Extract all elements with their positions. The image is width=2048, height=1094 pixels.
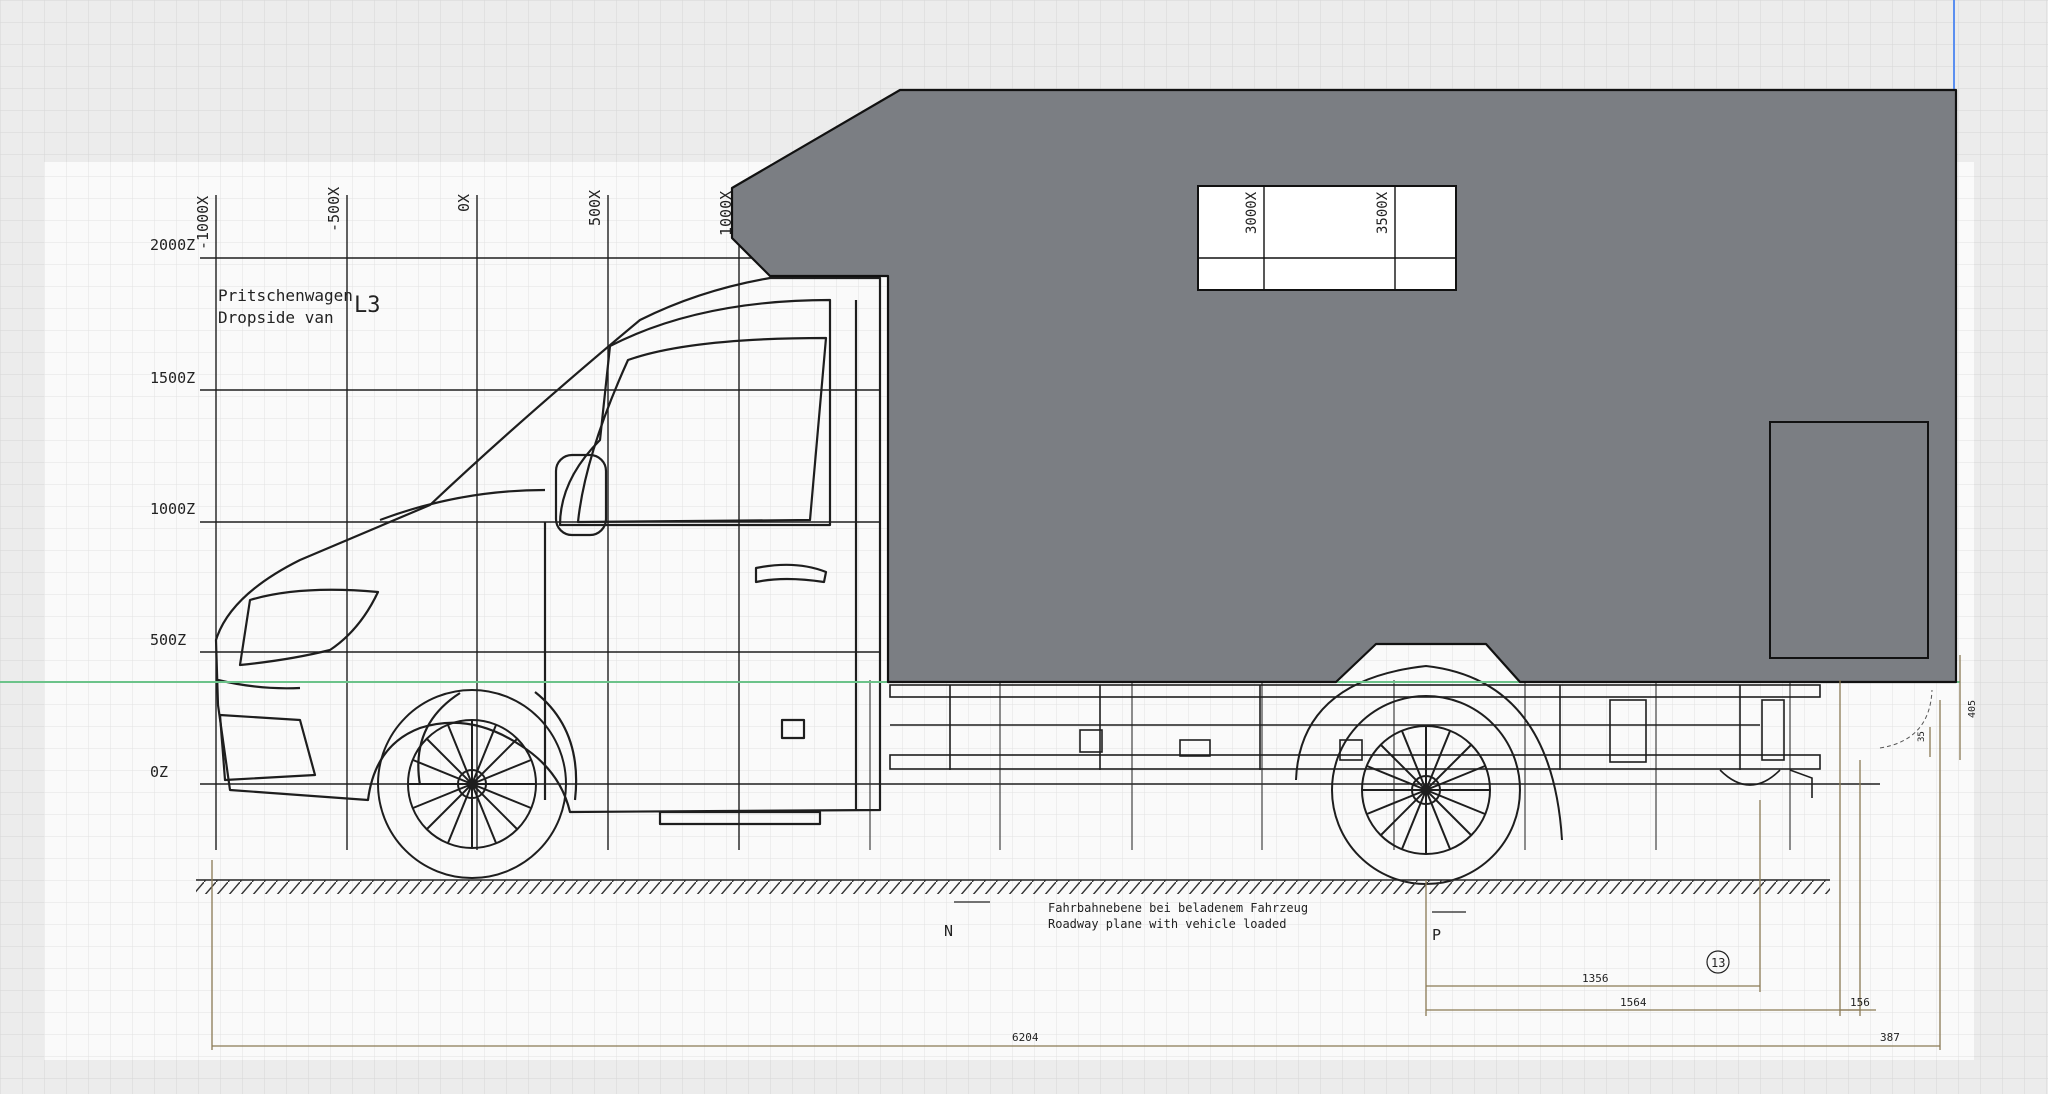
dim-156: 156 <box>1850 996 1870 1009</box>
technical-drawing: -1000X -500X 0X 500X 1000X 2000Z 1500Z 1… <box>0 0 2048 1094</box>
marker-p: P <box>1432 926 1441 944</box>
dim-1356: 1356 <box>1582 972 1609 985</box>
roadway-note-english: Roadway plane with vehicle loaded <box>1048 917 1286 931</box>
z-tick-label: 1500Z <box>150 369 195 387</box>
z-tick-label: 500Z <box>150 631 186 649</box>
dim-387: 387 <box>1880 1031 1900 1044</box>
camper-door <box>1769 421 1929 659</box>
z-tick-label: 1000Z <box>150 500 195 518</box>
window-tick-label: 3500X <box>1375 191 1391 234</box>
dim-1564: 1564 <box>1620 996 1647 1009</box>
x-tick-label: -1000X <box>194 196 212 250</box>
variant-label: L3 <box>354 293 381 318</box>
title-german: Pritschenwagen <box>218 286 353 305</box>
z-tick-label: 0Z <box>150 763 168 781</box>
z-tick-label: 2000Z <box>150 236 195 254</box>
dim-overall-6204: 6204 <box>1012 1031 1039 1044</box>
x-tick-label: 0X <box>455 194 473 212</box>
x-tick-label: 500X <box>586 190 604 226</box>
camper-window: 3000X 3500X <box>1197 185 1457 291</box>
title-english: Dropside van <box>218 308 334 327</box>
dim-35: 35 <box>1917 731 1927 742</box>
circled-ref-number: 13 <box>1711 956 1725 970</box>
dim-405: 405 <box>1967 700 1978 718</box>
x-tick-label: -500X <box>325 187 343 232</box>
marker-n: N <box>944 922 953 940</box>
window-tick-label: 3000X <box>1244 191 1260 234</box>
roadway-note-german: Fahrbahnebene bei beladenem Fahrzeug <box>1048 901 1308 915</box>
ground-plane <box>196 879 1830 894</box>
